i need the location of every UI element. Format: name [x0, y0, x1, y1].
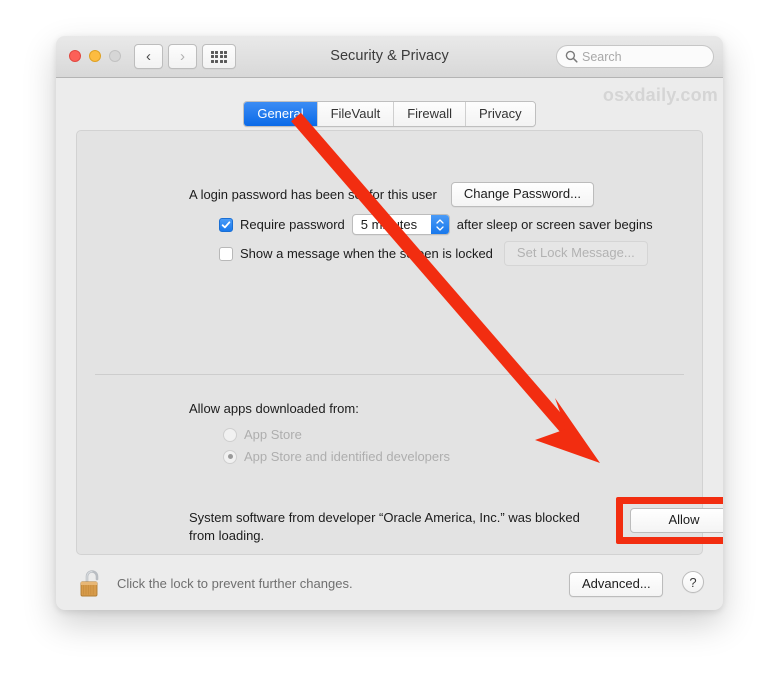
- require-password-delay-value: 5 minutes: [360, 217, 418, 232]
- identified-developers-radio: [223, 449, 237, 464]
- allow-apps-heading: Allow apps downloaded from:: [189, 401, 359, 416]
- allow-button-highlight-box: Allow: [616, 497, 723, 544]
- show-lock-message-label: Show a message when the screen is locked: [240, 246, 493, 261]
- tab-filevault[interactable]: FileVault: [317, 102, 395, 126]
- help-button[interactable]: ?: [682, 571, 704, 593]
- window-bottom-bar: Click the lock to prevent further change…: [56, 555, 723, 610]
- lock-hint-text: Click the lock to prevent further change…: [117, 576, 353, 591]
- popup-stepper-arrows[interactable]: [430, 215, 449, 234]
- security-privacy-window: ‹ › Security & Privacy Search osxdaily.c…: [56, 36, 723, 610]
- blocked-software-message-line1: System software from developer “Oracle A…: [189, 510, 580, 525]
- allow-button[interactable]: Allow: [630, 508, 723, 533]
- search-field[interactable]: Search: [556, 45, 714, 68]
- app-store-radio: [223, 427, 237, 442]
- require-password-delay-popup[interactable]: 5 minutes: [351, 214, 450, 235]
- require-password-checkbox[interactable]: [219, 217, 233, 232]
- show-lock-message-checkbox[interactable]: [219, 246, 233, 261]
- tab-privacy[interactable]: Privacy: [466, 102, 535, 126]
- blocked-software-message: System software from developer “Oracle A…: [189, 509, 609, 545]
- window-titlebar: ‹ › Security & Privacy Search: [56, 36, 723, 78]
- search-icon: [565, 50, 578, 63]
- require-password-label: Require password: [240, 217, 345, 232]
- advanced-button[interactable]: Advanced...: [569, 572, 663, 597]
- checkmark-icon: [221, 220, 231, 228]
- login-password-label: A login password has been set for this u…: [189, 187, 437, 202]
- unlocked-padlock-icon: [80, 570, 99, 597]
- lock-message-row: Show a message when the screen is locked…: [219, 241, 648, 266]
- change-password-button[interactable]: Change Password...: [450, 182, 594, 207]
- radio-row-identified-developers: App Store and identified developers: [223, 449, 450, 464]
- tab-general[interactable]: General: [244, 102, 318, 126]
- allow-apps-heading-row: Allow apps downloaded from:: [189, 401, 359, 416]
- section-divider: [95, 374, 684, 375]
- identified-developers-radio-label: App Store and identified developers: [244, 449, 450, 464]
- blocked-software-message-line2: from loading.: [189, 528, 265, 543]
- general-settings-panel: A login password has been set for this u…: [76, 130, 723, 555]
- app-store-radio-label: App Store: [244, 427, 302, 442]
- tab-firewall[interactable]: Firewall: [394, 102, 467, 126]
- chevron-up-icon: [436, 218, 444, 224]
- lock-button[interactable]: [79, 567, 105, 599]
- require-password-suffix-label: after sleep or screen saver begins: [456, 217, 653, 232]
- search-placeholder: Search: [582, 49, 622, 64]
- tab-bar: General FileVault Firewall Privacy: [56, 101, 723, 127]
- login-password-row: A login password has been set for this u…: [189, 182, 594, 207]
- require-password-row: Require password 5 minutes after sleep o…: [219, 214, 653, 235]
- chevron-down-icon: [436, 225, 444, 231]
- radio-row-app-store: App Store: [223, 427, 302, 442]
- set-lock-message-button: Set Lock Message...: [503, 241, 648, 266]
